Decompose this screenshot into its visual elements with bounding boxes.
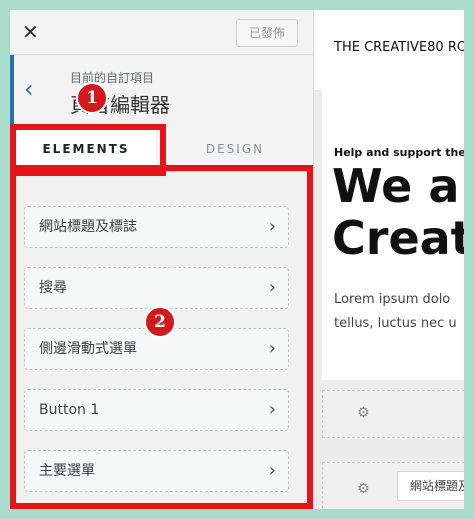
paragraph-line: Lorem ipsum dolo <box>334 292 451 307</box>
site-title[interactable]: THE CREATIVE80 RO <box>334 40 464 55</box>
chevron-right-icon: › <box>268 399 276 420</box>
published-button[interactable]: 已發佈 <box>236 19 298 47</box>
preview-tagline: Help and support the <box>334 146 464 159</box>
gear-icon[interactable]: ⚙ <box>357 481 370 497</box>
preview-hero-heading: We a Creat <box>332 160 464 264</box>
preview-paragraph: Lorem ipsum dolo tellus, luctus nec u <box>334 288 457 336</box>
gear-icon[interactable]: ⚙ <box>357 405 370 421</box>
list-item-label: 側邊滑動式選單 <box>39 341 137 357</box>
site-preview: THE CREATIVE80 RO Help and support the W… <box>313 10 464 509</box>
list-item-site-title[interactable]: 網站標題及標誌 › <box>24 206 289 248</box>
chevron-right-icon: › <box>268 277 276 298</box>
back-button[interactable]: ‹ <box>10 55 55 127</box>
close-icon[interactable]: ✕ <box>22 18 39 46</box>
annotation-badge-2: 2 <box>144 306 176 338</box>
hero-line: We a <box>332 159 460 213</box>
list-item-search[interactable]: 搜尋 › <box>24 267 289 309</box>
hero-line: Creat <box>332 211 464 265</box>
tab-bar: ELEMENTS DESIGN <box>10 127 313 172</box>
list-item-primary-menu[interactable]: 主要選單 › <box>24 450 289 492</box>
list-item-button-1[interactable]: Button 1 › <box>24 389 289 431</box>
tab-design[interactable]: DESIGN <box>170 127 300 171</box>
list-item-label: 主要選單 <box>39 463 95 479</box>
list-item-label: 搜尋 <box>39 280 67 296</box>
annotation-badge-1: 1 <box>76 82 108 114</box>
chevron-left-icon: ‹ <box>24 75 34 103</box>
chevron-right-icon: › <box>268 338 276 359</box>
customizer-topbar: ✕ 已發佈 <box>10 10 313 55</box>
list-item-label: 網站標題及標誌 <box>39 219 137 235</box>
paragraph-line: tellus, luctus nec u <box>334 316 457 331</box>
elements-list: 網站標題及標誌 › 搜尋 › 側邊滑動式選單 › Button 1 › 主要選單… <box>10 172 313 509</box>
list-item-label: Button 1 <box>39 402 100 418</box>
tab-elements[interactable]: ELEMENTS <box>16 127 156 171</box>
chevron-right-icon: › <box>268 216 276 237</box>
builder-row[interactable]: ⚙ <box>322 390 464 438</box>
builder-row[interactable]: ⚙ 網站標題及標誌 <box>322 462 464 509</box>
customizer-window: ✕ 已發佈 ‹ 目前的自訂項目 頁首編輯器 ELEMENTS DESIGN 網站… <box>10 10 464 509</box>
builder-item-site-title[interactable]: 網站標題及標誌 <box>397 471 464 501</box>
chevron-right-icon: › <box>268 460 276 481</box>
